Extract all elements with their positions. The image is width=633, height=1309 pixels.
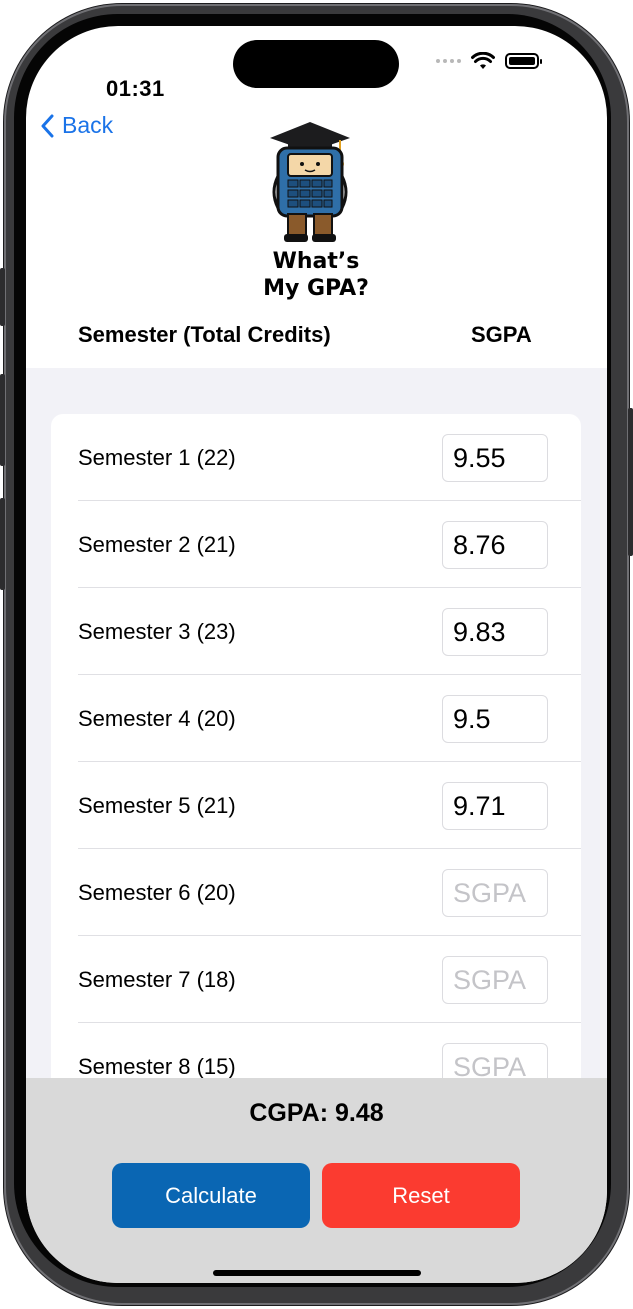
sgpa-input-3[interactable] xyxy=(442,608,548,656)
reset-button[interactable]: Reset xyxy=(322,1163,520,1228)
back-button[interactable]: Back xyxy=(40,112,113,139)
sgpa-input-6[interactable] xyxy=(442,869,548,917)
app-title-line2: My GPA? xyxy=(263,276,369,301)
calculator-graduate-logo xyxy=(270,122,350,242)
sgpa-input-1[interactable] xyxy=(442,434,548,482)
sgpa-input-7[interactable] xyxy=(442,956,548,1004)
cgpa-result: CGPA: 9.48 xyxy=(249,1099,384,1127)
semester-row-5: Semester 5 (21) xyxy=(51,762,581,849)
app-title: What’s My GPA? xyxy=(231,248,401,302)
semester-list: Semester 1 (22) Semester 2 (21) Semester… xyxy=(51,414,581,1114)
semester-label: Semester 1 (22) xyxy=(78,445,236,470)
action-button xyxy=(0,268,5,326)
semester-column-header: Semester (Total Credits) xyxy=(78,322,331,347)
sgpa-column-header: SGPA xyxy=(471,322,532,347)
sgpa-input-5[interactable] xyxy=(442,782,548,830)
chevron-left-icon xyxy=(41,114,54,137)
volume-down-button xyxy=(0,498,5,590)
power-button xyxy=(628,408,633,556)
semester-row-4: Semester 4 (20) xyxy=(51,675,581,762)
semester-label: Semester 4 (20) xyxy=(78,706,236,731)
home-indicator[interactable] xyxy=(213,1270,421,1276)
semester-label: Semester 5 (21) xyxy=(78,793,236,818)
signal-dots-icon xyxy=(436,59,461,63)
semester-row-3: Semester 3 (23) xyxy=(51,588,581,675)
dynamic-island xyxy=(233,40,399,88)
status-time: 01:31 xyxy=(106,76,165,101)
semester-label: Semester 7 (18) xyxy=(78,967,236,992)
semester-label: Semester 3 (23) xyxy=(78,619,236,644)
calculate-button[interactable]: Calculate xyxy=(112,1163,310,1228)
screen: 01:31 Back What’s My GPA? Semester (Tota… xyxy=(26,26,607,1283)
status-icons xyxy=(436,52,542,70)
sgpa-input-2[interactable] xyxy=(442,521,548,569)
semester-label: Semester 2 (21) xyxy=(78,532,236,557)
app-title-line1: What’s xyxy=(272,249,360,274)
wifi-icon xyxy=(471,52,495,69)
back-label: Back xyxy=(62,112,114,138)
volume-up-button xyxy=(0,374,5,466)
battery-icon xyxy=(505,53,542,69)
sgpa-input-4[interactable] xyxy=(442,695,548,743)
semester-label: Semester 6 (20) xyxy=(78,880,236,905)
semester-row-6: Semester 6 (20) xyxy=(51,849,581,936)
semester-row-2: Semester 2 (21) xyxy=(51,501,581,588)
semester-row-7: Semester 7 (18) xyxy=(51,936,581,1023)
semester-row-1: Semester 1 (22) xyxy=(51,414,581,501)
